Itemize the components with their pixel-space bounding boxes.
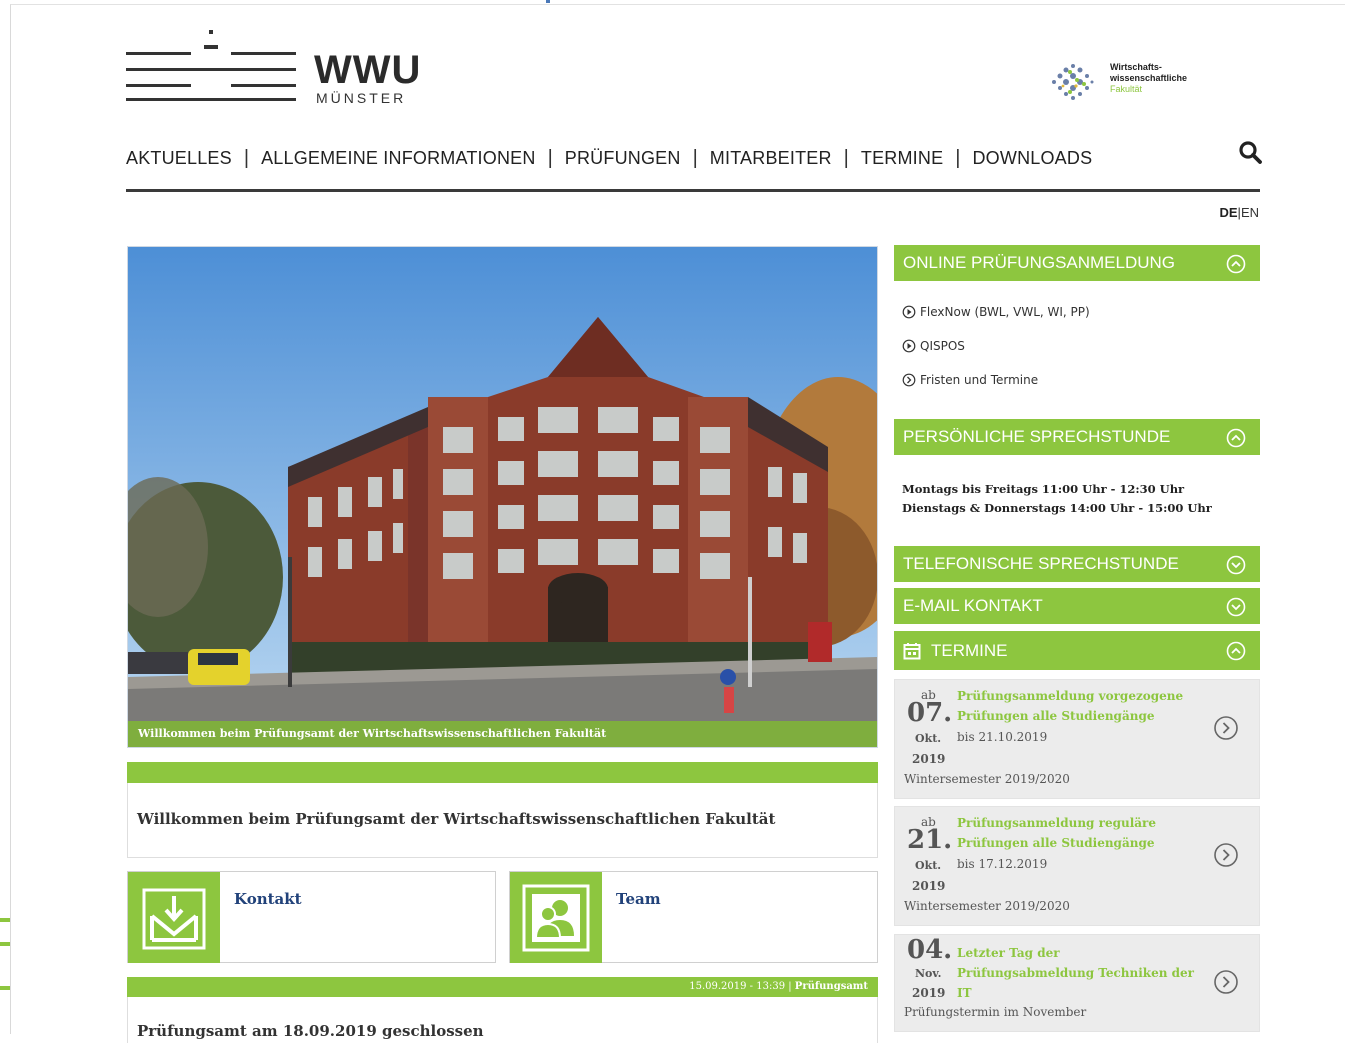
accordion-email-kontakt[interactable]: E-MAIL KONTAKT: [894, 588, 1260, 624]
nav-item-aktuelles[interactable]: AKTUELLES: [126, 148, 232, 169]
news-source[interactable]: Prüfungsamt: [795, 981, 868, 992]
accordion-persoenliche-sprechstunde[interactable]: PERSÖNLICHE SPRECHSTUNDE: [894, 419, 1260, 455]
lang-de[interactable]: DE: [1219, 205, 1237, 220]
nav-item-termine[interactable]: TERMINE: [861, 148, 943, 169]
nav-divider: [126, 189, 1260, 192]
team-tile[interactable]: Team: [509, 871, 878, 963]
event-semester: Wintersemester 2019/2020: [904, 899, 1070, 913]
nav-item-downloads[interactable]: DOWNLOADS: [972, 148, 1092, 169]
logo-text: WWU: [314, 48, 422, 92]
event-item: ab 07. Okt. 2019 Prüfungsanmeldung vorge…: [894, 679, 1260, 799]
news-meta-bar: 15.09.2019 - 13:39 | Prüfungsamt: [127, 977, 878, 997]
team-icon: [522, 884, 590, 952]
faculty-logo[interactable]: Wirtschafts- wissenschaftliche Fakultät: [1044, 56, 1214, 104]
main-nav: AKTUELLES | ALLGEMEINE INFORMATIONEN | P…: [126, 146, 1093, 169]
hero-caption: Willkommen beim Prüfungsamt der Wirtscha…: [128, 721, 877, 747]
building-photo-icon: [128, 247, 877, 747]
link-qispos[interactable]: QISPOS: [902, 339, 965, 353]
logo-subtitle: MÜNSTER: [316, 90, 407, 106]
nav-item-pruefungen[interactable]: PRÜFUNGEN: [565, 148, 681, 169]
welcome-header-strip: [127, 762, 878, 783]
event-year: 2019: [912, 752, 946, 766]
event-month: Okt.: [915, 859, 942, 872]
news-date: 15.09.2019 - 13:39 |: [689, 981, 792, 992]
chevron-down-icon: [1226, 597, 1246, 617]
nav-item-mitarbeiter[interactable]: MITARBEITER: [710, 148, 832, 169]
office-hours: Montags bis Freitags 11:00 Uhr - 12:30 U…: [902, 482, 1212, 515]
event-month: Nov.: [915, 967, 942, 980]
faculty-name: Wirtschafts- wissenschaftliche Fakultät: [1110, 62, 1188, 94]
event-item: ab 21. Okt. 2019 Prüfungsanmeldung regul…: [894, 806, 1260, 926]
chevron-up-icon: [1226, 428, 1246, 448]
accordion-termine[interactable]: TERMINE: [894, 631, 1260, 670]
chevron-right-icon[interactable]: [1213, 715, 1239, 741]
top-accent: [546, 0, 550, 3]
event-item: 04. Nov. 2019 Letzter Tag der Prüfungsab…: [894, 934, 1260, 1032]
hero-image: Willkommen beim Prüfungsamt der Wirtscha…: [127, 246, 878, 748]
event-day: 21.: [907, 825, 953, 855]
event-semester: Wintersemester 2019/2020: [904, 772, 1070, 786]
calendar-icon: [903, 642, 921, 659]
event-title[interactable]: Prüfungsanmeldung reguläre Prüfungen all…: [957, 813, 1197, 853]
circle-chevron-icon: [902, 373, 916, 387]
event-title[interactable]: Letzter Tag der Prüfungsabmeldung Techni…: [957, 943, 1197, 1003]
news-item[interactable]: Prüfungsamt am 18.09.2019 geschlossen: [127, 997, 878, 1043]
chevron-right-icon[interactable]: [1213, 842, 1239, 868]
wwu-logo[interactable]: WWU MÜNSTER: [126, 20, 426, 110]
faculty-dots-icon: [1052, 64, 1094, 100]
chevron-down-icon: [1226, 555, 1246, 575]
chevron-up-icon: [1226, 254, 1246, 274]
language-switch: DE|EN: [1219, 205, 1259, 220]
circle-arrow-icon: [902, 339, 916, 353]
lang-en[interactable]: EN: [1241, 205, 1259, 220]
event-year: 2019: [912, 986, 946, 1000]
chevron-up-icon: [1226, 641, 1246, 661]
news-title: Prüfungsamt am 18.09.2019 geschlossen: [137, 1022, 484, 1040]
chevron-right-icon[interactable]: [1213, 969, 1239, 995]
nav-item-allgemeine-informationen[interactable]: ALLGEMEINE INFORMATIONEN: [261, 148, 536, 169]
mail-download-icon: [142, 888, 206, 950]
event-month: Okt.: [915, 732, 942, 745]
event-until: bis 21.10.2019: [957, 730, 1048, 744]
accordion-online-pruefungsanmeldung[interactable]: ONLINE PRÜFUNGSANMELDUNG: [894, 245, 1260, 281]
event-semester: Prüfungstermin im November: [904, 1005, 1087, 1019]
event-day: 07.: [907, 698, 953, 728]
kontakt-tile[interactable]: Kontakt: [127, 871, 496, 963]
link-flexnow[interactable]: FlexNow (BWL, VWL, WI, PP): [902, 305, 1090, 319]
search-icon[interactable]: [1238, 140, 1264, 166]
event-day: 04.: [907, 935, 953, 965]
link-fristen-termine[interactable]: Fristen und Termine: [902, 373, 1038, 387]
event-until: bis 17.12.2019: [957, 857, 1048, 871]
welcome-title: Willkommen beim Prüfungsamt der Wirtscha…: [127, 783, 878, 858]
event-year: 2019: [912, 879, 946, 893]
accordion-telefonische-sprechstunde[interactable]: TELEFONISCHE SPRECHSTUNDE: [894, 546, 1260, 582]
tile-label: Kontakt: [234, 890, 302, 908]
tile-label: Team: [616, 890, 661, 908]
event-title[interactable]: Prüfungsanmeldung vorgezogene Prüfungen …: [957, 686, 1197, 726]
circle-arrow-icon: [902, 305, 916, 319]
